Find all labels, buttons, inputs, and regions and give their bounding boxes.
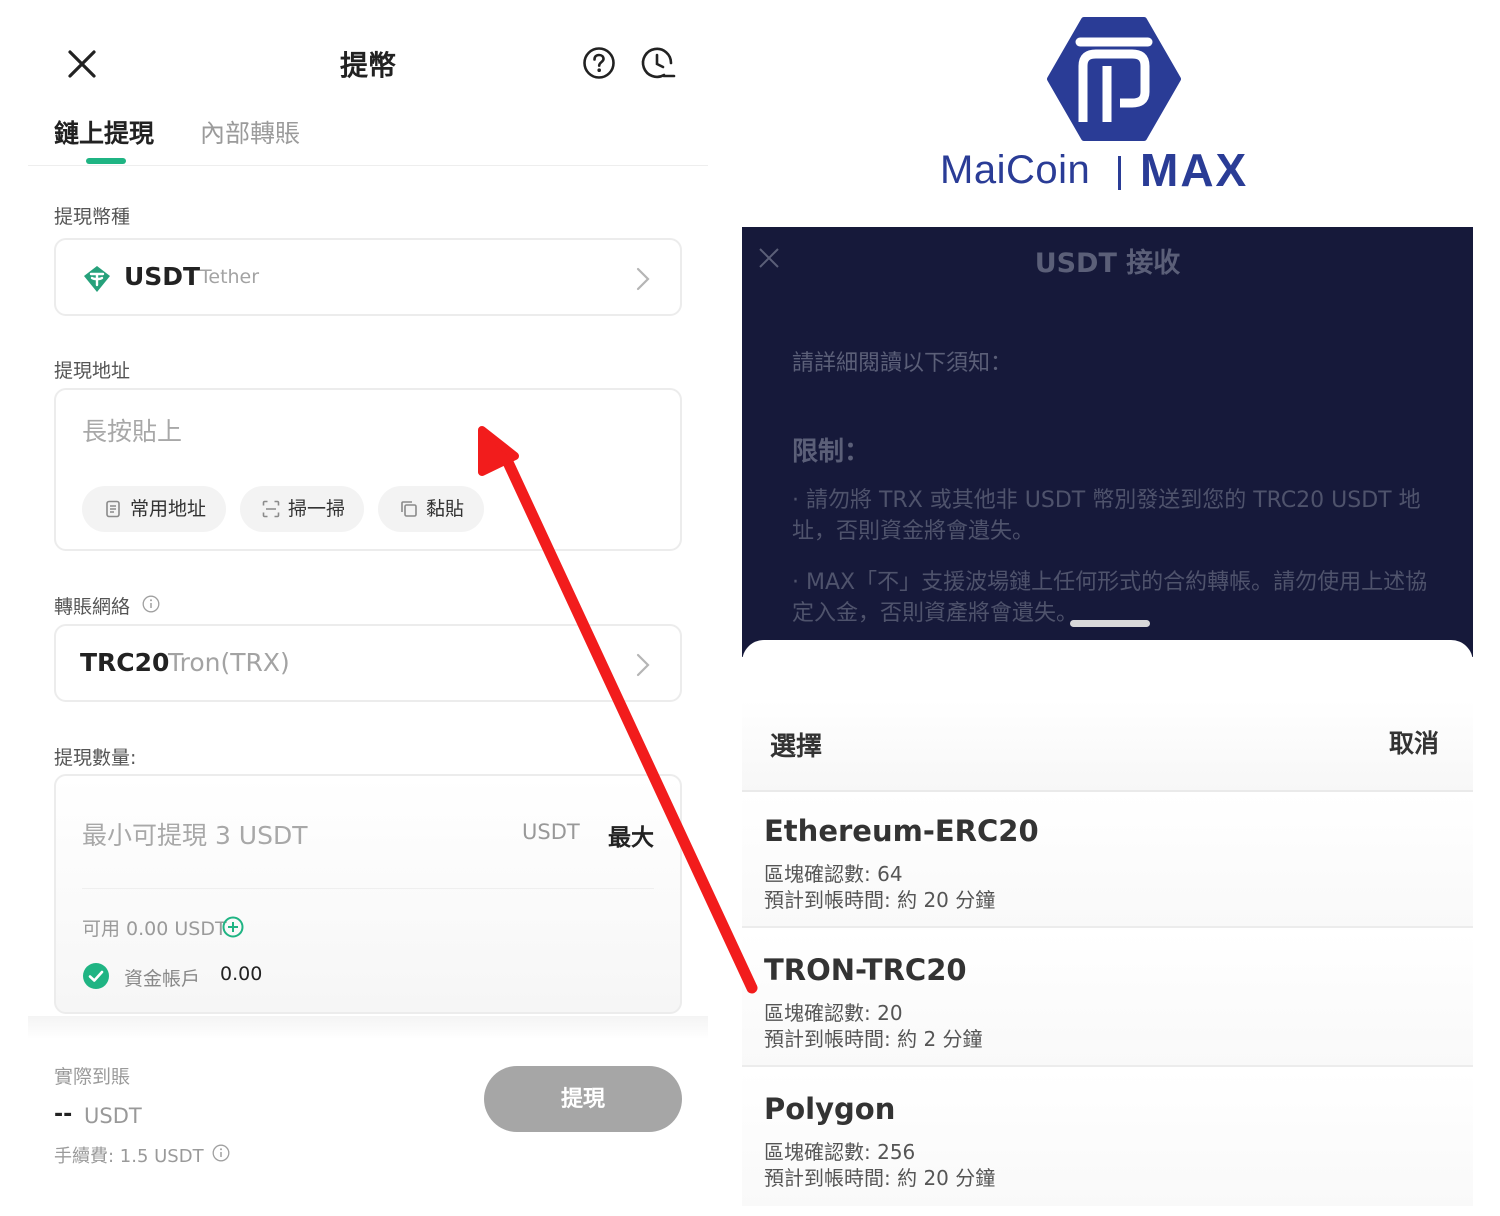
chevron-right-icon	[636, 267, 650, 291]
tab-internal-transfer[interactable]: 內部轉賬	[200, 114, 300, 150]
help-icon[interactable]	[582, 46, 616, 80]
brand-name: MaiCoin	[940, 148, 1091, 192]
paste-button[interactable]: 黏貼	[378, 486, 484, 532]
check-circle-icon[interactable]	[82, 962, 110, 990]
address-book-icon	[106, 500, 120, 518]
sheet-header: 選擇 取消	[742, 700, 1473, 792]
coin-selector[interactable]: USDT Tether	[54, 238, 682, 316]
network-option-name: Ethereum-ERC20	[764, 814, 1039, 848]
network-name: Tron(TRX)	[168, 648, 290, 677]
coin-name: Tether	[200, 266, 260, 288]
actual-received-value: --	[54, 1102, 73, 1127]
amount-input[interactable]: 最小可提現 3 USDT	[82, 816, 308, 852]
bottom-shadow	[28, 1016, 708, 1040]
receive-dialog-background: USDT 接收 請詳細閱讀以下須知： 限制： · 請勿將 TRX 或其他非 US…	[742, 227, 1473, 657]
limit-heading: 限制：	[792, 437, 871, 467]
network-option-name: TRON-TRC20	[764, 953, 967, 987]
amount-label: 提現數量:	[54, 747, 137, 769]
bottom-bar: 實際到賬 -- USDT 手續費: 1.5 USDT 提現	[28, 1038, 708, 1216]
network-option-confirmations: 區塊確認數: 256	[764, 1140, 916, 1164]
tab-onchain-withdraw[interactable]: 鏈上提現	[54, 114, 154, 150]
fund-account-label: 資金帳戶	[124, 968, 201, 990]
active-tab-indicator	[86, 158, 126, 164]
actual-received-label: 實際到賬	[54, 1066, 131, 1088]
withdraw-submit-button[interactable]: 提現	[484, 1066, 682, 1132]
info-icon[interactable]	[212, 1144, 230, 1162]
coin-code: USDT	[124, 262, 201, 291]
receive-title: USDT 接收	[1034, 248, 1181, 279]
limit-bullet: · 請勿將 TRX 或其他非 USDT 幣別發送到您的 TRC20 USDT 地…	[792, 488, 1421, 544]
sheet-title: 選擇	[770, 732, 823, 762]
paste-label: 黏貼	[426, 498, 465, 520]
brand-separator	[1118, 156, 1121, 190]
receive-notice: 請詳細閱讀以下須知：	[792, 351, 1013, 376]
network-option-name: Polygon	[764, 1092, 896, 1126]
network-option-eta: 預計到帳時間: 約 2 分鐘	[764, 1027, 983, 1051]
maicoin-hex-logo-icon	[1047, 17, 1181, 141]
actual-received-unit: USDT	[84, 1104, 142, 1128]
divider	[82, 888, 654, 889]
max-button[interactable]: 最大	[608, 818, 654, 852]
cancel-button[interactable]: 取消	[1389, 724, 1439, 760]
saved-address-button[interactable]: 常用地址	[82, 486, 226, 532]
address-input-card: 長按貼上 常用地址 掃一掃 黏貼	[54, 388, 682, 551]
coin-label: 提現幣種	[54, 206, 131, 228]
amount-card: 最小可提現 3 USDT USDT 最大 可用 0.00 USDT 資金帳戶 0…	[54, 774, 682, 1014]
network-label: 轉賬網絡	[54, 596, 131, 618]
fee-text: 手續費: 1.5 USDT	[54, 1146, 204, 1167]
info-icon[interactable]	[142, 595, 160, 613]
scan-label: 掃一掃	[288, 498, 346, 520]
network-option-eta: 預計到帳時間: 約 20 分鐘	[764, 1166, 996, 1190]
network-selector[interactable]: TRC20 Tron(TRX)	[54, 624, 682, 702]
withdraw-screen: 提幣 鏈上提現 內部轉賬 提現幣種 USDT Tether 提現地址 長按貼上	[28, 0, 708, 1216]
available-balance: 可用 0.00 USDT	[82, 918, 227, 940]
network-option-trc20[interactable]: TRON-TRC20 區塊確認數: 20 預計到帳時間: 約 2 分鐘	[742, 931, 1473, 1067]
chevron-right-icon	[636, 653, 650, 677]
network-option-eta: 預計到帳時間: 約 20 分鐘	[764, 888, 996, 912]
network-option-erc20[interactable]: Ethereum-ERC20 區塊確認數: 64 預計到帳時間: 約 20 分鐘	[742, 792, 1473, 928]
network-option-confirmations: 區塊確認數: 20	[764, 1001, 903, 1025]
sheet-drag-handle[interactable]	[1070, 620, 1150, 627]
add-funds-icon[interactable]	[222, 916, 244, 938]
history-icon[interactable]	[640, 46, 676, 82]
paste-icon	[401, 501, 417, 517]
maicoin-max-logo: MaiCoin MAX	[938, 10, 1278, 210]
network-code: TRC20	[80, 648, 170, 677]
network-option-confirmations: 區塊確認數: 64	[764, 862, 903, 886]
scan-button[interactable]: 掃一掃	[240, 486, 364, 532]
brand-product: MAX	[1140, 144, 1249, 196]
tab-bar: 鏈上提現 內部轉賬	[28, 110, 708, 166]
address-input[interactable]: 長按貼上	[82, 412, 182, 448]
network-option-polygon[interactable]: Polygon 區塊確認數: 256 預計到帳時間: 約 20 分鐘	[742, 1070, 1473, 1206]
address-label: 提現地址	[54, 360, 131, 382]
top-bar: 提幣	[28, 30, 708, 100]
network-select-sheet: 選擇 取消 Ethereum-ERC20 區塊確認數: 64 預計到帳時間: 約…	[742, 640, 1473, 1216]
amount-unit: USDT	[522, 820, 580, 844]
scan-icon	[262, 500, 280, 518]
fund-account-value: 0.00	[220, 963, 263, 985]
saved-address-label: 常用地址	[130, 498, 207, 520]
tether-icon	[84, 266, 110, 292]
